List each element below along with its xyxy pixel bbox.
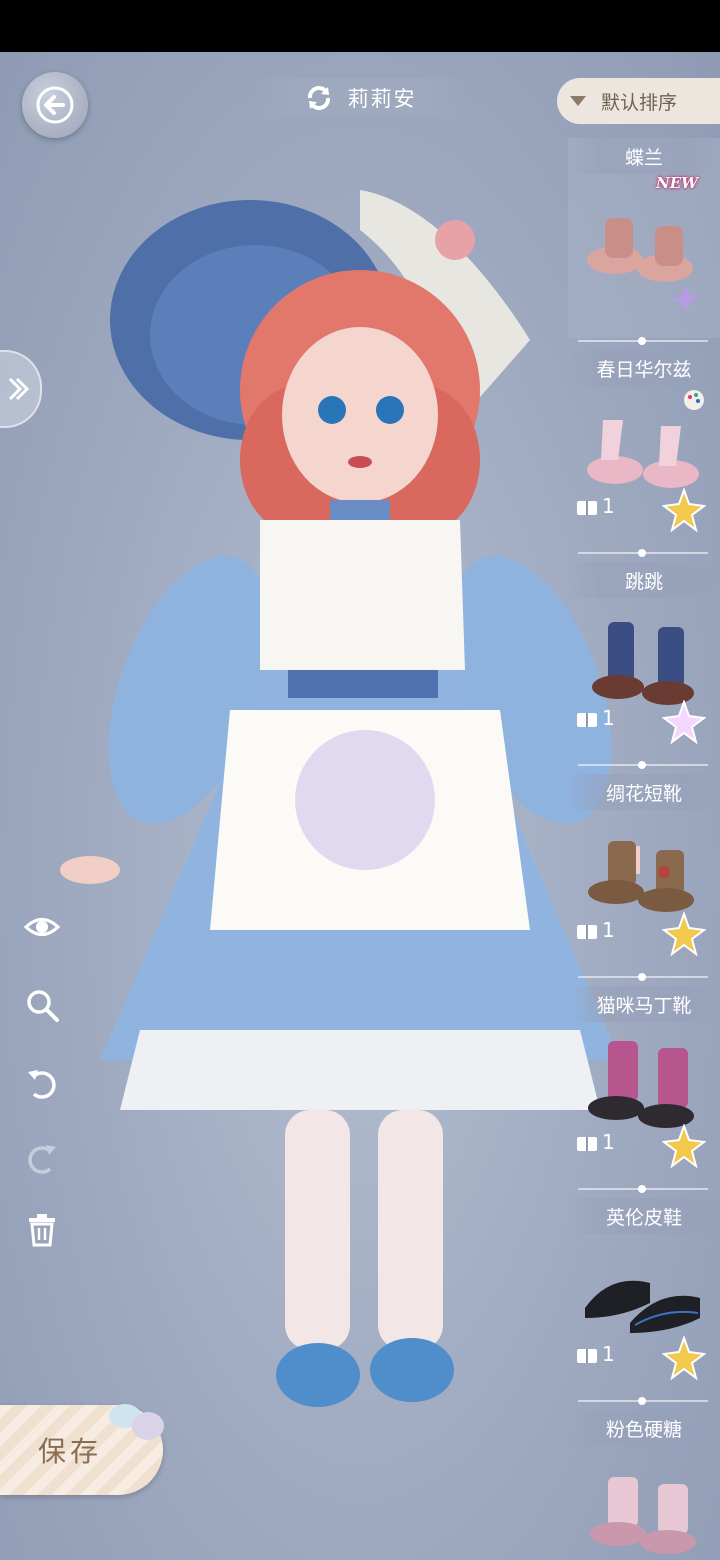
preview-button[interactable] bbox=[20, 905, 64, 949]
item-name: 跳跳 bbox=[568, 562, 720, 598]
star-icon bbox=[662, 1124, 706, 1168]
redo-icon bbox=[28, 1145, 56, 1174]
shoe-thumbnail bbox=[592, 622, 694, 705]
owned-count: 1 bbox=[576, 706, 615, 730]
list-divider bbox=[578, 549, 708, 557]
palette-icon bbox=[684, 390, 704, 410]
new-badge: NEW bbox=[656, 174, 698, 192]
shoe-thumbnail bbox=[587, 218, 700, 308]
shoe-item-2[interactable]: 春日华尔兹 1 bbox=[568, 350, 720, 550]
expand-icon bbox=[8, 377, 30, 401]
shoe-item-6[interactable]: 英伦皮鞋 1 bbox=[568, 1198, 720, 1398]
gift-icon bbox=[577, 501, 597, 515]
undo-button[interactable] bbox=[20, 1060, 64, 1104]
switch-icon bbox=[307, 86, 330, 110]
shoe-thumbnail bbox=[588, 1041, 694, 1128]
list-divider bbox=[578, 337, 708, 345]
star-icon bbox=[662, 700, 706, 744]
zoom-icon bbox=[27, 990, 59, 1022]
gift-icon bbox=[577, 925, 597, 939]
owned-count: 1 bbox=[576, 1130, 615, 1154]
save-label: 保存 bbox=[38, 1435, 103, 1468]
owned-count: 1 bbox=[576, 494, 615, 518]
star-icon bbox=[662, 1336, 706, 1380]
item-name: 英伦皮鞋 bbox=[568, 1198, 720, 1234]
character-name: 莉莉安 bbox=[347, 87, 417, 111]
star-icon bbox=[662, 912, 706, 956]
candy-decoration bbox=[109, 1404, 164, 1440]
undo-icon bbox=[28, 1070, 56, 1099]
gift-icon bbox=[577, 1137, 597, 1151]
redo-button[interactable] bbox=[20, 1135, 64, 1179]
delete-button[interactable] bbox=[20, 1208, 64, 1252]
shoe-item-4[interactable]: 绸花短靴 1 bbox=[568, 774, 720, 974]
item-name: 春日华尔兹 bbox=[568, 350, 720, 386]
back-arrow-icon bbox=[36, 86, 74, 124]
sort-dropdown[interactable]: 默认排序 bbox=[557, 78, 720, 124]
gift-icon bbox=[577, 1349, 597, 1363]
item-name: 蝶兰 bbox=[568, 138, 720, 174]
list-divider bbox=[578, 1397, 708, 1405]
item-name: 粉色硬糖 bbox=[568, 1410, 720, 1446]
list-divider bbox=[578, 1185, 708, 1193]
gift-icon bbox=[577, 713, 597, 727]
shoe-item-3[interactable]: 跳跳 1 bbox=[568, 562, 720, 762]
shoe-thumbnail bbox=[585, 1280, 700, 1333]
shoe-item-5[interactable]: 猫咪马丁靴 1 bbox=[568, 986, 720, 1186]
trash-icon bbox=[29, 1214, 55, 1247]
sort-label: 默认排序 bbox=[601, 91, 678, 114]
star-icon bbox=[662, 488, 706, 532]
character-selector[interactable]: 莉莉安 bbox=[250, 78, 470, 118]
back-button[interactable] bbox=[22, 72, 88, 138]
item-name: 绸花短靴 bbox=[568, 774, 720, 810]
character-model bbox=[60, 190, 640, 1407]
shoe-item-7[interactable]: 粉色硬糖 bbox=[568, 1410, 720, 1560]
owned-count: 1 bbox=[576, 918, 615, 942]
list-divider bbox=[578, 973, 708, 981]
status-bar bbox=[0, 0, 720, 52]
shoe-thumbnail bbox=[587, 420, 699, 488]
zoom-button[interactable] bbox=[20, 983, 64, 1027]
shoe-item-1[interactable]: 蝶兰 NEW bbox=[568, 138, 720, 338]
list-divider bbox=[578, 761, 708, 769]
item-name: 猫咪马丁靴 bbox=[568, 986, 720, 1022]
shoe-thumbnail bbox=[590, 1477, 696, 1554]
eye-icon bbox=[23, 918, 61, 936]
triangle-down-icon bbox=[570, 96, 586, 106]
owned-count: 1 bbox=[576, 1342, 615, 1366]
